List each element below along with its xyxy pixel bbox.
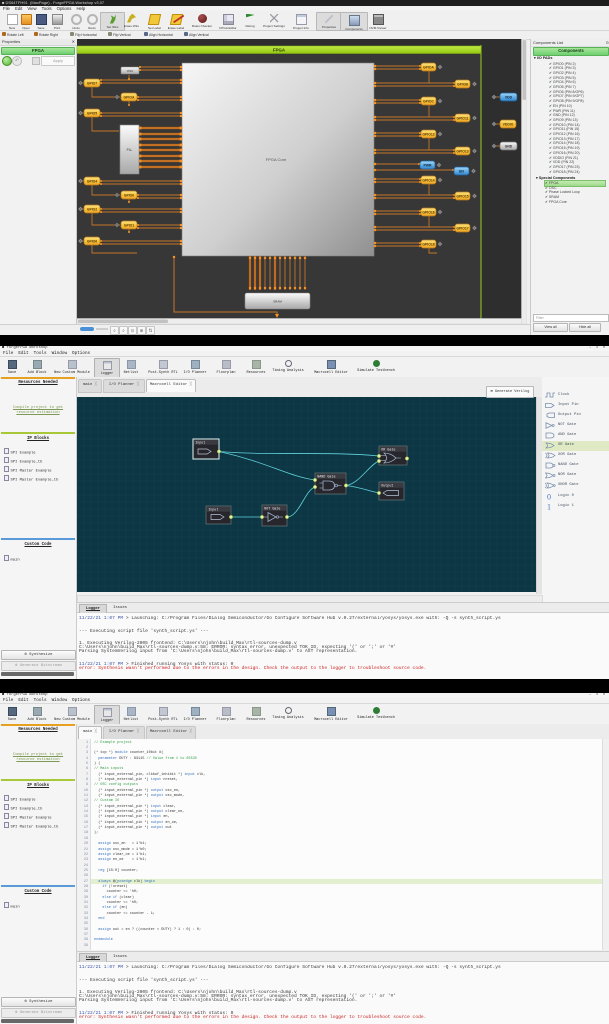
svg-text:FPGA Core: FPGA Core bbox=[266, 157, 287, 162]
svg-text:GPIO0: GPIO0 bbox=[124, 194, 134, 198]
svg-text:VDDIO: VDDIO bbox=[503, 123, 514, 127]
svg-text:GPIO5: GPIO5 bbox=[87, 112, 97, 116]
svg-text:EN: EN bbox=[459, 170, 464, 174]
svg-text:Output: Output bbox=[381, 485, 393, 489]
svg-text:GPIO6: GPIO6 bbox=[87, 240, 97, 244]
svg-text:GND: GND bbox=[505, 145, 513, 149]
svg-text:GPIO7: GPIO7 bbox=[87, 82, 97, 86]
svg-text:Input: Input bbox=[208, 509, 218, 513]
svg-text:GPIO17: GPIO17 bbox=[456, 227, 468, 231]
svg-text:NOT Gate: NOT Gate bbox=[264, 508, 280, 512]
svg-text:GPIO14: GPIO14 bbox=[422, 179, 434, 183]
svg-text:GPIO15: GPIO15 bbox=[456, 195, 468, 199]
svg-text:GPIO4: GPIO4 bbox=[87, 180, 97, 184]
svg-text:GPIO16: GPIO16 bbox=[422, 211, 434, 215]
svg-text:GPIOB: GPIOB bbox=[457, 83, 468, 87]
svg-text:GPIO18: GPIO18 bbox=[422, 243, 434, 247]
svg-text:GPIOA: GPIOA bbox=[124, 96, 135, 100]
svg-text:0: 0 bbox=[547, 493, 551, 500]
svg-text:NAND Gate: NAND Gate bbox=[317, 476, 335, 480]
svg-text:OR Gate: OR Gate bbox=[381, 449, 395, 453]
svg-text:GPIOC: GPIOC bbox=[423, 100, 434, 104]
svg-text:Input: Input bbox=[195, 442, 205, 446]
svg-text:SRAM: SRAM bbox=[273, 300, 282, 304]
svg-text:FPGA: FPGA bbox=[273, 48, 286, 53]
svg-text:PWR: PWR bbox=[424, 164, 432, 168]
svg-text:GPIO2: GPIO2 bbox=[87, 208, 97, 212]
svg-text:GPIO1: GPIO1 bbox=[124, 224, 134, 228]
svg-text:GPIO12: GPIO12 bbox=[422, 133, 434, 137]
svg-text:VDD: VDD bbox=[505, 96, 513, 100]
svg-text:PLL: PLL bbox=[127, 148, 133, 152]
svg-text:GPIO13: GPIO13 bbox=[456, 150, 468, 154]
svg-text:GPIO11: GPIO11 bbox=[456, 117, 468, 121]
svg-text:GPIOA: GPIOA bbox=[423, 66, 434, 70]
svg-text:1: 1 bbox=[547, 503, 551, 510]
svg-text:OSC: OSC bbox=[127, 69, 134, 73]
